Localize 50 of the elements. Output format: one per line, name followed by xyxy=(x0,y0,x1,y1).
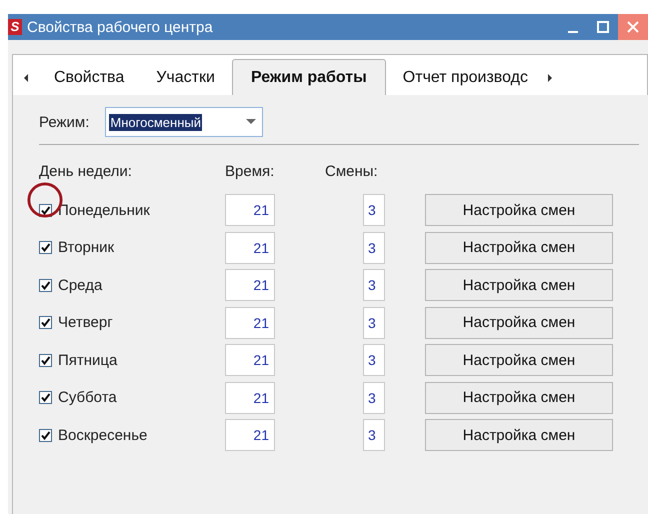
day-checkbox[interactable] xyxy=(39,391,52,404)
column-header: Смены: xyxy=(325,163,378,180)
day-checkbox[interactable] xyxy=(39,354,52,366)
time-field[interactable]: 21 xyxy=(225,382,275,414)
day-label: Пятница xyxy=(58,352,118,368)
shifts-field[interactable]: 3 xyxy=(363,382,385,414)
day-checkbox[interactable] xyxy=(39,241,52,254)
day-label: Четверг xyxy=(58,314,113,331)
day-label: Среда xyxy=(58,276,102,294)
shift-settings-button[interactable]: Настройка смен xyxy=(425,232,613,264)
column-header: День недели: xyxy=(39,163,133,180)
day-checkbox[interactable] xyxy=(39,278,52,292)
app-logo: S xyxy=(8,19,22,35)
close-icon xyxy=(626,20,640,34)
day-checkbox[interactable] xyxy=(39,316,52,329)
maximize-icon xyxy=(596,20,610,34)
tab[interactable]: Свойства xyxy=(39,59,140,95)
shift-settings-button[interactable]: Настройка смен xyxy=(425,306,613,338)
shifts-field[interactable]: 3 xyxy=(363,419,385,451)
time-field[interactable]: 21 xyxy=(225,344,275,376)
day-label: Суббота xyxy=(58,389,117,406)
mode-dropdown[interactable]: Многосменный xyxy=(105,107,264,137)
column-header: Время: xyxy=(225,163,276,180)
shifts-field[interactable]: 3 xyxy=(363,344,385,376)
day-label: Вторник xyxy=(58,239,114,256)
day-checkbox[interactable] xyxy=(39,428,52,442)
shifts-field[interactable]: 3 xyxy=(363,306,385,338)
time-field[interactable]: 21 xyxy=(225,194,275,226)
mode-label: Режим: xyxy=(39,114,90,130)
day-label: Воскресенье xyxy=(58,426,148,444)
shifts-field[interactable]: 3 xyxy=(363,232,385,264)
shift-settings-button[interactable]: Настройка смен xyxy=(425,194,613,226)
minimize-icon xyxy=(568,31,578,33)
time-field[interactable]: 21 xyxy=(225,269,275,301)
close-button[interactable] xyxy=(618,14,648,40)
shift-settings-button[interactable]: Настройка смен xyxy=(425,269,613,301)
shift-settings-button[interactable]: Настройка смен xyxy=(425,419,613,451)
dropdown-arrow-icon xyxy=(246,119,256,125)
time-field[interactable]: 21 xyxy=(225,419,275,451)
tab[interactable]: Отчет производс xyxy=(388,59,543,95)
tab[interactable]: Режим работы xyxy=(232,59,386,95)
shift-settings-button[interactable]: Настройка смен xyxy=(425,344,613,376)
time-field[interactable]: 21 xyxy=(225,306,275,338)
time-field[interactable]: 21 xyxy=(225,232,275,264)
shifts-field[interactable]: 3 xyxy=(363,269,385,301)
shift-settings-button[interactable]: Настройка смен xyxy=(425,382,613,414)
tab[interactable]: Участки xyxy=(141,59,230,95)
window-title: Свойства рабочего центра xyxy=(27,18,214,36)
shifts-field[interactable]: 3 xyxy=(363,194,385,226)
day-label: Понедельник xyxy=(58,202,150,218)
